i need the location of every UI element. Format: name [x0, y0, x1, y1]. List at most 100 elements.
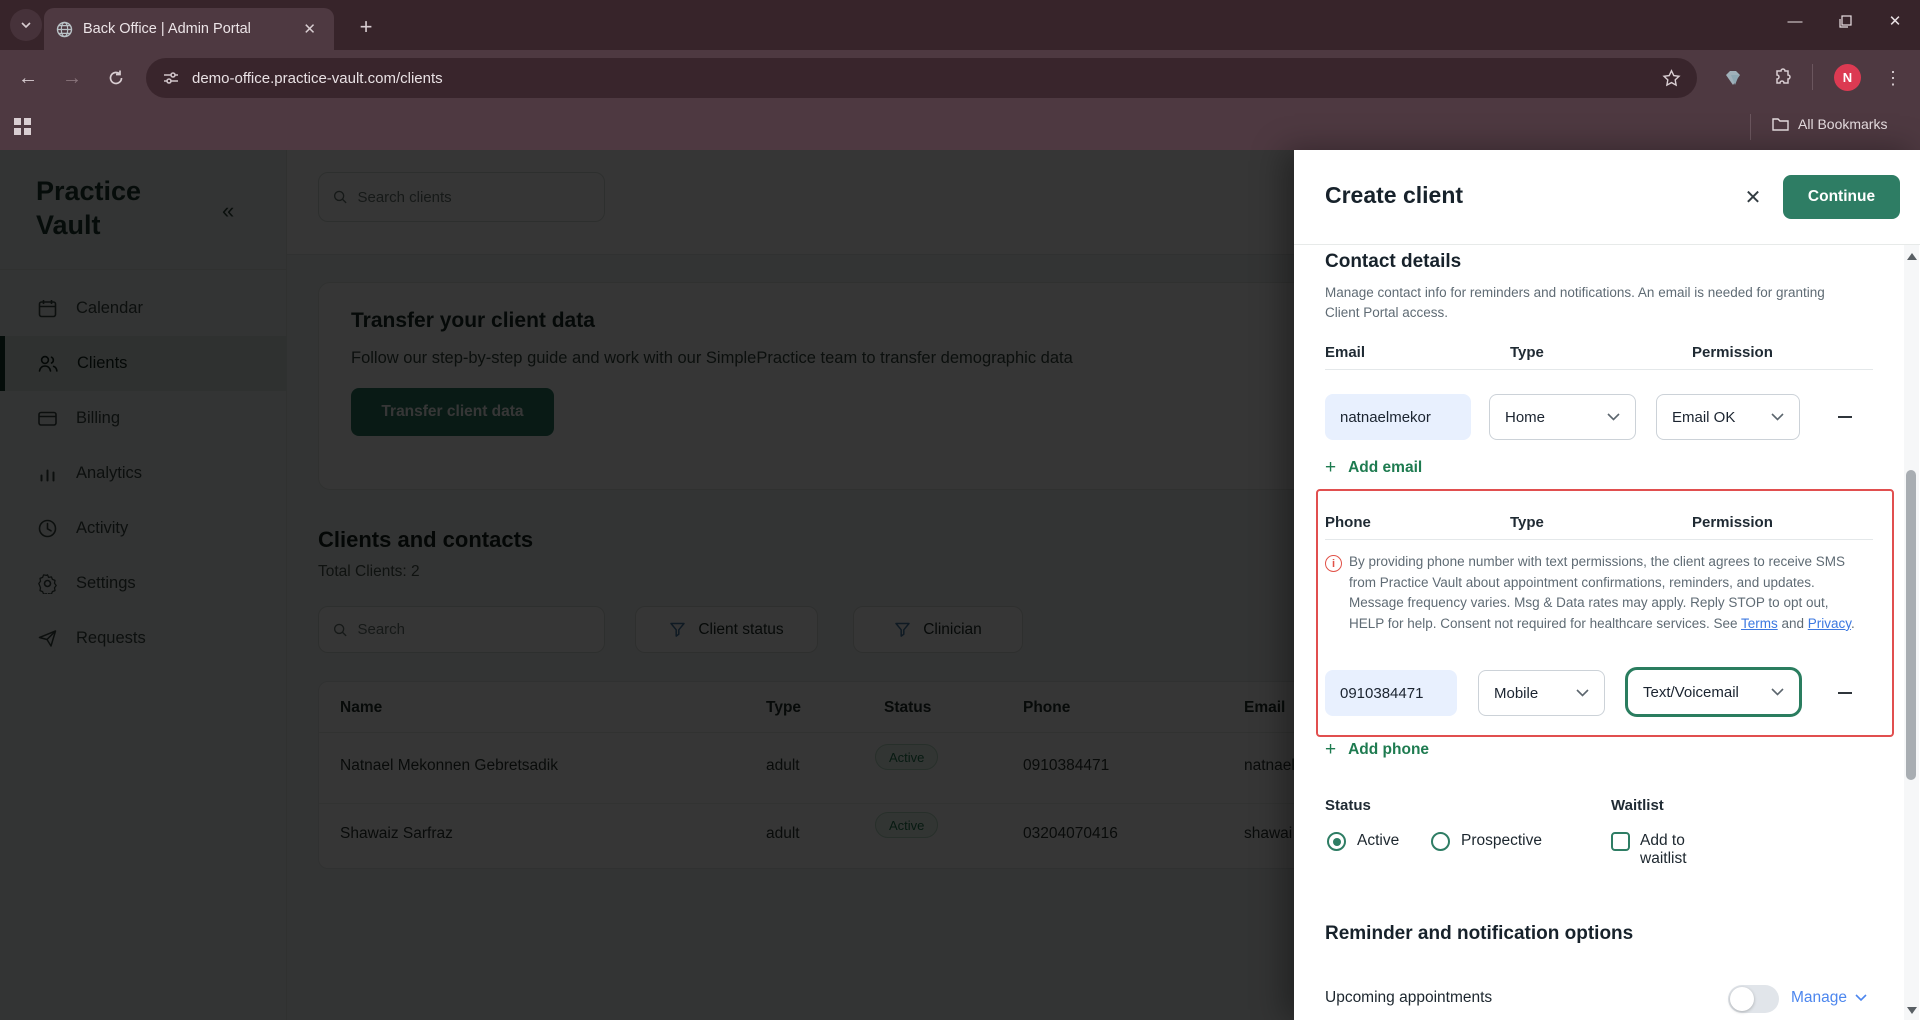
reload-icon	[107, 69, 125, 87]
site-settings-icon	[162, 69, 180, 87]
chevron-down-icon	[1771, 413, 1784, 421]
browser-tab[interactable]: Back Office | Admin Portal ✕	[44, 8, 334, 50]
reminders-section-title: Reminder and notification options	[1325, 923, 1633, 945]
manage-label: Manage	[1791, 989, 1847, 1007]
close-icon[interactable]: ✕	[1740, 184, 1766, 210]
add-to-waitlist-label: Add to waitlist	[1640, 832, 1687, 868]
all-bookmarks-button[interactable]: All Bookmarks	[1772, 116, 1887, 132]
privacy-link[interactable]: Privacy	[1808, 616, 1851, 631]
phone-input[interactable]	[1325, 670, 1457, 716]
type-column-header: Type	[1510, 344, 1544, 361]
scroll-down-arrow-icon[interactable]	[1907, 1007, 1917, 1014]
apps-grid-icon[interactable]	[14, 118, 32, 136]
phone-type-select[interactable]: Mobile	[1478, 670, 1605, 716]
type-column-header: Type	[1510, 514, 1544, 531]
folder-icon	[1772, 117, 1789, 132]
minimize-button[interactable]: —	[1770, 0, 1820, 42]
puzzle-icon	[1773, 68, 1793, 88]
close-window-button[interactable]: ✕	[1870, 0, 1920, 42]
period-text: .	[1851, 616, 1855, 631]
add-to-waitlist-checkbox[interactable]	[1611, 832, 1630, 851]
phone-permission-select[interactable]: Text/Voicemail	[1625, 667, 1802, 717]
back-button[interactable]: ←	[14, 64, 42, 92]
active-radio-label: Active	[1357, 832, 1399, 850]
url-bar[interactable]: demo-office.practice-vault.com/clients	[146, 58, 1697, 98]
page-viewport: Practice Vault « Calendar Clients Billin…	[0, 150, 1920, 1020]
plus-icon: +	[1325, 457, 1336, 479]
extension-action-icon[interactable]	[1722, 65, 1748, 91]
browser-menu-button[interactable]: ⋮	[1880, 65, 1906, 91]
globe-icon	[56, 21, 73, 38]
browser-toolbar: ← → demo-office.practice-vault.com/clien…	[0, 50, 1920, 106]
bookmarks-separator	[1750, 114, 1751, 140]
new-tab-button[interactable]: +	[352, 13, 380, 41]
tab-title: Back Office | Admin Portal	[83, 21, 287, 37]
chevron-down-icon	[1576, 689, 1589, 697]
remove-phone-button[interactable]	[1834, 682, 1856, 704]
chevron-down-icon	[1607, 413, 1620, 421]
phone-column-header: Phone	[1325, 514, 1371, 531]
email-input[interactable]	[1325, 394, 1471, 440]
screen: Back Office | Admin Portal ✕ + — ✕ ← →	[0, 0, 1920, 1020]
email-column-header: Email	[1325, 344, 1365, 361]
scroll-up-arrow-icon[interactable]	[1907, 253, 1917, 260]
phone-type-value: Mobile	[1494, 685, 1538, 702]
bookmarks-bar: All Bookmarks	[0, 106, 1920, 150]
phone-permission-value: Text/Voicemail	[1643, 684, 1739, 701]
terms-link[interactable]: Terms	[1741, 616, 1778, 631]
all-bookmarks-label: All Bookmarks	[1798, 116, 1887, 132]
upcoming-appointments-toggle[interactable]	[1728, 985, 1779, 1013]
contact-details-title: Contact details	[1325, 251, 1461, 273]
sms-consent-text: By providing phone number with text perm…	[1349, 552, 1861, 634]
email-header-divider	[1325, 369, 1873, 370]
extensions-button[interactable]	[1770, 65, 1796, 91]
window-controls: — ✕	[1770, 0, 1920, 42]
chevron-down-icon	[20, 19, 32, 31]
create-client-drawer: Create client ✕ Continue Contact details…	[1294, 150, 1920, 1020]
continue-button[interactable]: Continue	[1783, 175, 1900, 219]
active-radio[interactable]	[1327, 832, 1346, 851]
tab-close-icon[interactable]: ✕	[297, 18, 322, 40]
contact-details-subtitle: Manage contact info for reminders and no…	[1325, 283, 1830, 323]
upcoming-appointments-label: Upcoming appointments	[1325, 989, 1492, 1007]
toolbar-separator	[1812, 64, 1813, 90]
chevron-down-icon	[1855, 994, 1867, 1002]
manage-link[interactable]: Manage	[1791, 989, 1867, 1007]
email-type-select[interactable]: Home	[1489, 394, 1636, 440]
tab-strip: Back Office | Admin Portal ✕ + — ✕	[0, 0, 1920, 50]
add-phone-label: Add phone	[1348, 741, 1429, 759]
scrollbar-thumb[interactable]	[1906, 470, 1916, 780]
add-email-button[interactable]: + Add email	[1325, 457, 1422, 479]
maximize-icon	[1839, 15, 1852, 28]
phone-header-divider	[1325, 539, 1873, 540]
diamond-icon	[1725, 68, 1745, 88]
browser-chrome: Back Office | Admin Portal ✕ + — ✕ ← →	[0, 0, 1920, 150]
add-phone-button[interactable]: + Add phone	[1325, 739, 1429, 761]
profile-avatar[interactable]: N	[1834, 64, 1861, 91]
toggle-knob	[1730, 987, 1754, 1011]
prospective-radio[interactable]	[1431, 832, 1450, 851]
remove-email-button[interactable]	[1834, 406, 1856, 428]
reload-button[interactable]	[102, 64, 130, 92]
tab-search-button[interactable]	[10, 9, 42, 41]
add-email-label: Add email	[1348, 459, 1422, 477]
chevron-down-icon	[1771, 688, 1784, 696]
plus-icon: +	[1325, 739, 1336, 761]
permission-column-header: Permission	[1692, 344, 1773, 361]
email-permission-select[interactable]: Email OK	[1656, 394, 1800, 440]
forward-button[interactable]: →	[58, 64, 86, 92]
drawer-header: Create client ✕ Continue	[1294, 150, 1920, 245]
drawer-title: Create client	[1325, 182, 1463, 209]
prospective-radio-label: Prospective	[1461, 832, 1542, 850]
and-text: and	[1778, 616, 1808, 631]
status-section-label: Status	[1325, 797, 1371, 814]
email-type-value: Home	[1505, 409, 1545, 426]
bookmark-star-icon[interactable]	[1662, 69, 1681, 88]
maximize-button[interactable]	[1820, 0, 1870, 42]
email-permission-value: Email OK	[1672, 409, 1735, 426]
url-text: demo-office.practice-vault.com/clients	[192, 70, 1650, 87]
info-icon: i	[1325, 555, 1342, 572]
drawer-scrollbar[interactable]	[1904, 245, 1919, 1020]
drawer-body: Contact details Manage contact info for …	[1294, 245, 1920, 1020]
waitlist-section-label: Waitlist	[1611, 797, 1664, 814]
